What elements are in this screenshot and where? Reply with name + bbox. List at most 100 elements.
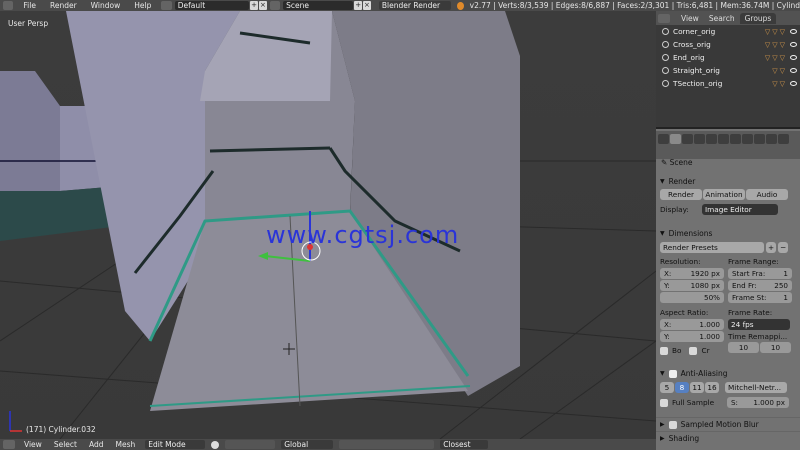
select-mode-icons[interactable]	[339, 440, 435, 449]
scene-context-icon[interactable]	[694, 134, 705, 144]
outliner-editor-icon[interactable]	[658, 13, 670, 23]
sampled-motion-blur-header[interactable]: ▶ Sampled Motion Blur	[656, 418, 800, 431]
screen-layout-icon[interactable]	[161, 1, 172, 10]
render-presets-select[interactable]: Render Presets	[660, 242, 764, 253]
restrict-icons[interactable]: ▽▽▽	[765, 54, 787, 62]
snap-target-select[interactable]: Closest	[440, 440, 489, 449]
remap-new-field[interactable]: 10	[760, 342, 791, 353]
remove-preset-button[interactable]: −	[778, 242, 788, 253]
outliner-item[interactable]: Cross_orig ▽▽▽	[656, 38, 800, 51]
full-sample-checkbox[interactable]	[660, 398, 668, 407]
modifiers-context-icon[interactable]	[742, 134, 753, 144]
menu-help[interactable]: Help	[127, 1, 158, 10]
dimensions-panel-header[interactable]: ▼ Dimensions	[656, 227, 800, 240]
restrict-icons[interactable]: ▽▽▽	[765, 41, 787, 49]
outliner-item[interactable]: Straight_orig ▽▽	[656, 64, 800, 77]
visibility-icon[interactable]	[790, 68, 797, 73]
field-label: Frame St:	[732, 293, 767, 302]
field-value: 10	[770, 343, 781, 352]
filter-size-field[interactable]: S: 1.000 px	[727, 397, 789, 408]
remove-layout-button[interactable]: ×	[258, 1, 267, 10]
visibility-icon[interactable]	[790, 29, 797, 34]
editor-type-icon[interactable]	[658, 134, 669, 144]
visibility-icon[interactable]	[790, 55, 797, 60]
menu-file[interactable]: File	[16, 1, 43, 10]
audio-button[interactable]: Audio	[746, 189, 788, 200]
menu-select[interactable]: Select	[48, 440, 83, 449]
resolution-x-field[interactable]: X: 1920 px	[660, 268, 724, 279]
field-value: 1	[783, 293, 788, 302]
group-icon	[662, 41, 669, 48]
render-panel-header[interactable]: ▼ Render	[656, 175, 800, 188]
layers-context-icon[interactable]	[682, 134, 693, 144]
snap-target-name: Closest	[443, 440, 471, 449]
field-label: X:	[664, 320, 672, 329]
crop-checkbox[interactable]	[689, 346, 698, 355]
frame-rate-select[interactable]: 24 fps	[728, 319, 790, 330]
restrict-icons[interactable]: ▽▽	[772, 80, 787, 88]
motion-blur-checkbox[interactable]	[668, 420, 677, 429]
texture-context-icon[interactable]	[778, 134, 789, 144]
border-checkbox[interactable]	[660, 346, 668, 355]
scene-icon[interactable]	[269, 1, 281, 10]
scene-field[interactable]: Scene	[283, 1, 354, 10]
menu-view[interactable]: View	[18, 440, 48, 449]
visibility-icon[interactable]	[790, 81, 797, 86]
aa-samples-11[interactable]: 11	[690, 382, 704, 393]
outliner-item[interactable]: TSection_orig ▽▽	[656, 77, 800, 90]
aspect-y-field[interactable]: Y: 1.000	[660, 331, 724, 342]
display-select[interactable]: Image Editor	[702, 204, 778, 215]
end-frame-field[interactable]: End Fr: 250	[728, 280, 792, 291]
frame-step-field[interactable]: Frame St: 1	[728, 292, 792, 303]
render-engine-select[interactable]: Blender Render	[378, 1, 451, 10]
orientation-select[interactable]: Global	[281, 440, 334, 449]
aa-samples-8[interactable]: 8	[675, 382, 689, 393]
material-context-icon[interactable]	[766, 134, 777, 144]
outliner-item[interactable]: End_orig ▽▽▽	[656, 51, 800, 64]
restrict-icons[interactable]: ▽▽	[772, 67, 787, 75]
expand-arrow-icon: ▼	[660, 178, 665, 185]
start-frame-field[interactable]: Start Fra: 1	[728, 268, 792, 279]
editor-type-icon[interactable]	[3, 440, 15, 449]
constraints-context-icon[interactable]	[730, 134, 741, 144]
pivot-manipulator-icons[interactable]	[225, 440, 276, 449]
data-context-icon[interactable]	[754, 134, 765, 144]
remove-scene-button[interactable]: ×	[363, 1, 371, 10]
aa-samples-5[interactable]: 5	[660, 382, 674, 393]
menu-window[interactable]: Window	[84, 1, 128, 10]
3d-viewport[interactable]: User Persp (171) Cylinder.032 www.cgtsj.…	[0, 11, 656, 439]
add-layout-button[interactable]: +	[250, 1, 258, 10]
anti-aliasing-panel-header[interactable]: ▼ Anti-Aliasing	[656, 367, 800, 380]
layout-field[interactable]: Default	[174, 1, 250, 10]
restrict-icons[interactable]: ▽▽▽	[765, 28, 787, 36]
resolution-y-field[interactable]: Y: 1080 px	[660, 280, 724, 291]
mode-select[interactable]: Edit Mode	[145, 440, 206, 449]
render-button[interactable]: Render	[660, 189, 702, 200]
tab-view[interactable]: View	[676, 13, 704, 24]
menu-mesh[interactable]: Mesh	[109, 440, 141, 449]
pin-icon[interactable]: ✎	[661, 158, 670, 167]
menu-add[interactable]: Add	[83, 440, 110, 449]
shading-header[interactable]: ▶ Shading	[656, 432, 800, 445]
visibility-icon[interactable]	[790, 42, 797, 47]
add-preset-button[interactable]: +	[766, 242, 776, 253]
remap-old-field[interactable]: 10	[728, 342, 759, 353]
object-context-icon[interactable]	[718, 134, 729, 144]
add-scene-button[interactable]: +	[354, 1, 363, 10]
tab-search[interactable]: Search	[704, 13, 740, 24]
tab-groups[interactable]: Groups	[739, 12, 777, 24]
display-label: Display:	[660, 205, 689, 214]
info-editor-icon[interactable]	[3, 1, 14, 10]
aspect-x-field[interactable]: X: 1.000	[660, 319, 724, 330]
aa-samples-16[interactable]: 16	[705, 382, 719, 393]
outliner-item[interactable]: Corner_orig ▽▽▽	[656, 25, 800, 38]
border-label: Bo	[672, 346, 682, 355]
menu-render[interactable]: Render	[43, 1, 84, 10]
render-context-icon[interactable]	[670, 134, 681, 144]
aa-filter-select[interactable]: Mitchell-Netr...	[725, 382, 787, 393]
viewport-shading-icon[interactable]	[211, 440, 220, 449]
animation-button[interactable]: Animation	[703, 189, 745, 200]
world-context-icon[interactable]	[706, 134, 717, 144]
resolution-percentage-field[interactable]: 50%	[660, 292, 724, 303]
anti-aliasing-checkbox[interactable]	[668, 369, 677, 378]
